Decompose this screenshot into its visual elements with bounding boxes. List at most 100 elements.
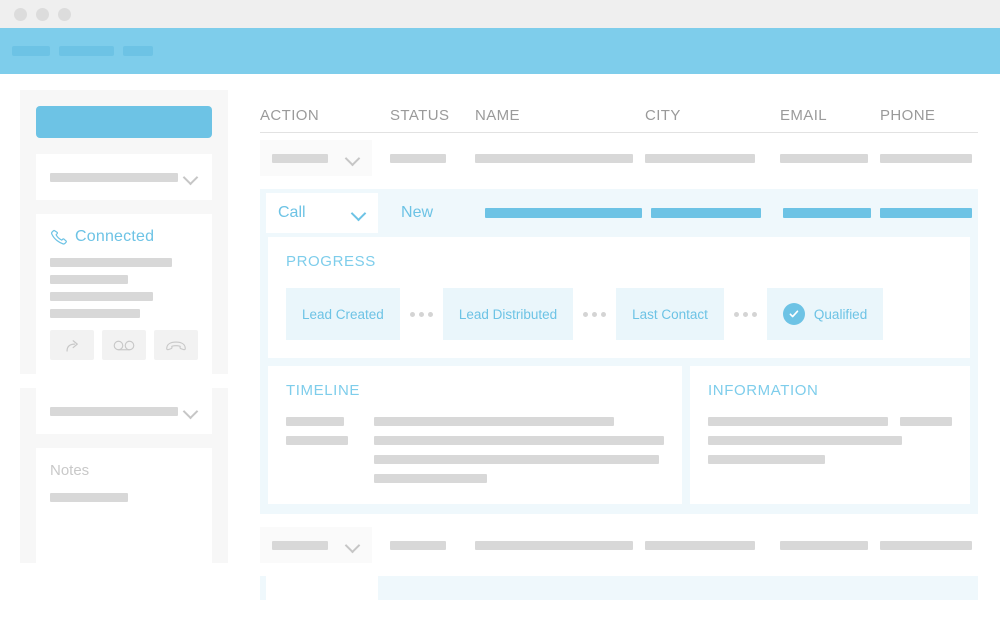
- chevron-down-icon: [346, 538, 360, 552]
- expanded-bar-city: [650, 208, 761, 218]
- call-detail-line: [50, 309, 140, 318]
- call-detail-line: [50, 275, 128, 284]
- row-email-value: [780, 540, 868, 550]
- sidebar: Connected Notes: [0, 74, 248, 627]
- window-titlebar: [0, 0, 1000, 28]
- voicemail-icon: [113, 340, 135, 350]
- timeline-entry: [286, 455, 664, 464]
- nav-item-1[interactable]: [12, 46, 50, 56]
- call-status-label: Connected: [75, 228, 155, 245]
- column-header-email[interactable]: EMAIL: [780, 107, 880, 132]
- timeline-entry: [286, 417, 664, 426]
- table-row[interactable]: [256, 520, 1000, 570]
- row-phone-value: [880, 153, 972, 163]
- row-action-select[interactable]: [260, 527, 372, 563]
- progress-step-lead-created[interactable]: Lead Created: [286, 288, 400, 340]
- progress-step-label: Lead Created: [302, 306, 384, 322]
- expanded-action-select[interactable]: Call: [266, 193, 378, 233]
- row-name-value: [475, 540, 633, 550]
- sidebar-second-select-value: [50, 406, 178, 416]
- close-dot[interactable]: [14, 7, 27, 21]
- column-header-city[interactable]: CITY: [645, 107, 780, 132]
- transfer-call-button[interactable]: [50, 330, 94, 360]
- phone-hangup-icon: [166, 341, 186, 350]
- call-detail-line: [50, 292, 153, 301]
- chevron-down-icon: [346, 151, 360, 165]
- timeline-title: TIMELINE: [286, 382, 360, 399]
- column-header-name[interactable]: NAME: [475, 107, 645, 132]
- chevron-down-icon: [184, 404, 198, 418]
- step-separator-dots: [409, 311, 433, 317]
- row-phone-value: [880, 540, 972, 550]
- nav-item-2[interactable]: [59, 46, 114, 56]
- app-window: Connected Notes ACTION STATUS NAME CITY …: [0, 0, 1000, 627]
- progress-steps: Lead Created Lead Distributed Last Conta…: [286, 288, 952, 340]
- sidebar-filter-group: [20, 154, 228, 200]
- main-content: Connected Notes ACTION STATUS NAME CITY …: [0, 74, 1000, 627]
- progress-step-last-contact[interactable]: Last Contact: [616, 288, 724, 340]
- voicemail-button[interactable]: [102, 330, 146, 360]
- notes-body-line: [50, 493, 128, 502]
- notes-card[interactable]: Notes: [36, 448, 212, 563]
- column-header-action[interactable]: ACTION: [260, 107, 390, 132]
- timeline-entry-label: [286, 417, 344, 426]
- progress-step-qualified[interactable]: Qualified: [766, 288, 884, 340]
- expanded-status-value: New: [401, 204, 434, 221]
- sidebar-call-group: Connected: [20, 200, 228, 374]
- expanded-bar-phone: [880, 208, 973, 218]
- information-entry: [708, 455, 952, 464]
- row-action-select[interactable]: [260, 140, 372, 176]
- nav-item-3[interactable]: [123, 46, 153, 56]
- timeline-panel: TIMELINE: [268, 366, 682, 504]
- information-entry-value: [708, 436, 902, 445]
- forward-arrow-icon: [65, 339, 78, 352]
- chevron-down-icon: [184, 170, 198, 184]
- row-status-value: [390, 540, 446, 550]
- timeline-entry: [286, 436, 664, 445]
- timeline-entry-content: [374, 455, 659, 464]
- progress-step-label: Lead Distributed: [458, 306, 558, 322]
- maximize-dot[interactable]: [58, 7, 71, 21]
- information-entry-value: [708, 455, 825, 464]
- sidebar-second-select[interactable]: [36, 388, 212, 434]
- column-header-status[interactable]: STATUS: [390, 107, 475, 132]
- minimize-dot[interactable]: [36, 7, 49, 21]
- next-expanded-row-partial[interactable]: [260, 576, 978, 600]
- row-city-value: [645, 540, 755, 550]
- information-panel: INFORMATION: [690, 366, 970, 504]
- progress-step-lead-distributed[interactable]: Lead Distributed: [442, 288, 574, 340]
- notes-title: Notes: [50, 462, 90, 479]
- expanded-bar-name: [484, 208, 642, 218]
- sidebar-top-group: [20, 90, 228, 154]
- phone-handset-icon: [51, 229, 67, 245]
- row-city-value: [645, 153, 755, 163]
- sidebar-primary-button[interactable]: [36, 106, 212, 138]
- timeline-entry-label: [286, 436, 348, 445]
- information-entry: [708, 417, 952, 426]
- timeline-entry-content: [374, 436, 664, 445]
- timeline-entry-content: [374, 417, 614, 426]
- table-row[interactable]: [256, 133, 1000, 183]
- timeline-entry-content: [374, 474, 487, 483]
- sidebar-filter-select[interactable]: [36, 154, 212, 200]
- call-status-header: Connected: [50, 228, 198, 246]
- row-status-value: [390, 153, 446, 163]
- expanded-row-header: Call New: [260, 189, 978, 237]
- hangup-call-button[interactable]: [154, 330, 198, 360]
- leads-table: ACTION STATUS NAME CITY EMAIL PHONE Call…: [248, 74, 1000, 627]
- information-entry-value: [708, 417, 889, 426]
- top-navbar: [0, 28, 1000, 74]
- column-header-phone[interactable]: PHONE: [880, 107, 970, 132]
- progress-step-label: Qualified: [813, 306, 868, 322]
- row-email-value: [780, 153, 868, 163]
- sidebar-second-filter-group: [20, 388, 228, 434]
- row-name-value: [475, 153, 633, 163]
- call-status-card: Connected: [36, 214, 212, 374]
- chevron-down-icon: [352, 206, 366, 220]
- expanded-bar-email: [782, 208, 871, 218]
- row-action-value: [272, 540, 328, 550]
- expanded-lower-section: TIMELINE INFORMATION: [268, 366, 970, 504]
- progress-title: PROGRESS: [286, 253, 376, 270]
- expanded-row-panel: Call New PROGRESS Lead Created Lead Dist…: [260, 189, 978, 514]
